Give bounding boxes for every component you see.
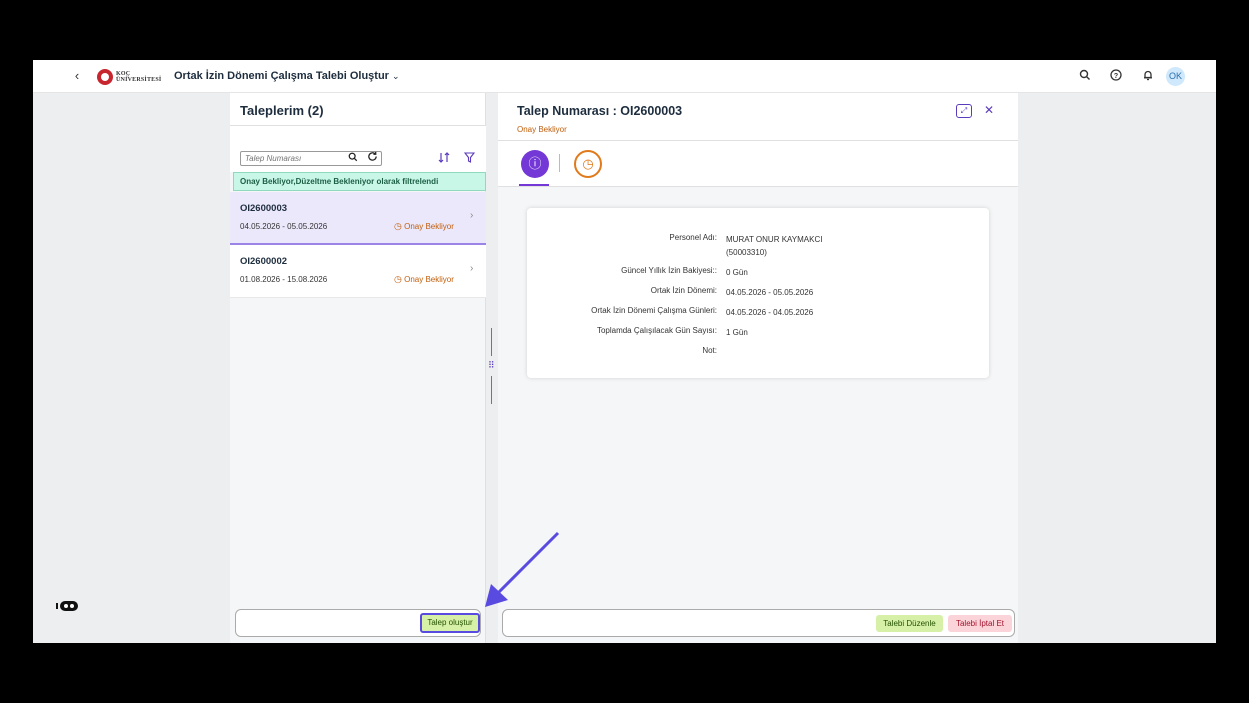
detail-title: Talep Numarası : OI2600003 [517,104,683,118]
logo-line2: ÜNİVERSİTESİ [116,77,162,83]
chevron-right-icon: › [470,263,474,274]
request-info-card: Personel Adı: MURAT ONUR KAYMAKCI (50003… [527,208,989,378]
list-item[interactable]: OI2600002 01.08.2026 - 15.08.2026 ◷ Onay… [230,245,486,298]
filter-info-bar: Onay Bekliyor,Düzeltme Bekleniyor olarak… [233,172,486,191]
field-label: Ortak İzin Dönemi: [650,286,717,295]
chatbot-body [60,601,78,611]
chatbot-ear [56,603,58,609]
field-value: 04.05.2026 - 04.05.2026 [726,308,814,317]
icon-tab-bar: ⓘ ◷ [498,141,1018,187]
field-value: MURAT ONUR KAYMAKCI (50003310) [726,235,823,257]
search-icon[interactable] [348,152,358,166]
bell-icon[interactable] [1140,69,1156,85]
field-label: Toplamda Çalışılacak Gün Sayısı: [596,326,717,335]
sort-icon[interactable] [438,152,450,166]
field-value: 1 Gün [726,328,748,337]
shell-bar: ‹ KOÇ ÜNİVERSİTESİ Ortak İzin Dönemi Çal… [33,60,1216,93]
list-toolbar [230,126,486,172]
field-value: 0 Gün [726,268,748,277]
fullscreen-icon[interactable]: ⤢ [956,104,972,118]
screen: ‹ KOÇ ÜNİVERSİTESİ Ortak İzin Dönemi Çal… [33,60,1216,643]
list-footer-toolbar: Talep oluştur [235,609,481,637]
info-icon[interactable]: ⓘ [521,150,549,178]
app-title-menu[interactable]: Ortak İzin Dönemi Çalışma Talebi Oluştur… [174,70,400,82]
detail-header: Talep Numarası : OI2600003 Onay Bekliyor… [498,93,1018,141]
status-badge: ◷ Onay Bekliyor [394,274,454,285]
field-label: Ortak İzin Dönemi Çalışma Günleri: [591,306,717,315]
splitter-line [491,328,492,356]
back-button[interactable]: ‹ [69,68,85,84]
request-detail-pane: Talep Numarası : OI2600003 Onay Bekliyor… [498,93,1018,643]
cancel-request-button[interactable]: Talebi İptal Et [948,615,1012,632]
request-id: OI2600003 [240,203,288,214]
logo-text: KOÇ ÜNİVERSİTESİ [116,71,161,83]
field-label: Güncel Yıllık İzin Bakiyesi:: [621,266,717,275]
logo-mark-icon [97,69,113,85]
search-input[interactable] [245,153,341,164]
pane-splitter[interactable]: ⠿ [488,328,495,412]
close-icon[interactable]: ✕ [984,103,994,117]
status-text: Onay Bekliyor [404,222,454,231]
svg-text:?: ? [1114,73,1118,80]
status-text: Onay Bekliyor [404,275,454,284]
search-icon[interactable] [1077,69,1093,85]
field-label: Not: [702,346,717,355]
list-title: Taleplerim (2) [230,93,485,126]
chevron-down-icon: ⌄ [391,71,400,81]
field-label: Personel Adı: [669,233,717,242]
history-icon: ◷ [394,274,402,284]
tab-separator [559,154,560,172]
chevron-right-icon: › [470,210,474,221]
user-avatar[interactable]: OK [1166,67,1185,86]
refresh-icon[interactable] [367,151,378,166]
splitter-line [491,376,492,404]
chatbot-icon[interactable] [56,600,80,612]
search-field[interactable] [240,151,382,166]
create-request-button[interactable]: Talep oluştur [420,613,480,633]
edit-request-button[interactable]: Talebi Düzenle [876,615,943,632]
request-list-pane: Taleplerim (2) Onay Bekliyor,Düzeltme Be… [230,93,486,643]
list-item[interactable]: OI2600003 04.05.2026 - 05.05.2026 ◷ Onay… [230,192,486,245]
university-logo[interactable]: KOÇ ÜNİVERSİTESİ [97,69,161,85]
request-dates: 04.05.2026 - 05.05.2026 [240,222,328,231]
help-icon[interactable]: ? [1108,69,1124,85]
request-id: OI2600002 [240,256,288,267]
field-value: 04.05.2026 - 05.05.2026 [726,288,814,297]
active-tab-indicator [519,184,549,186]
detail-footer-toolbar: Talebi Düzenle Talebi İptal Et [502,609,1015,637]
filter-icon[interactable] [463,152,476,166]
request-dates: 01.08.2026 - 15.08.2026 [240,275,328,284]
drag-handle-icon[interactable]: ⠿ [488,361,495,370]
detail-status: Onay Bekliyor [517,125,567,134]
history-icon: ◷ [394,221,402,231]
status-badge: ◷ Onay Bekliyor [394,221,454,232]
history-icon[interactable]: ◷ [574,150,602,178]
app-title: Ortak İzin Dönemi Çalışma Talebi Oluştur [174,70,389,82]
